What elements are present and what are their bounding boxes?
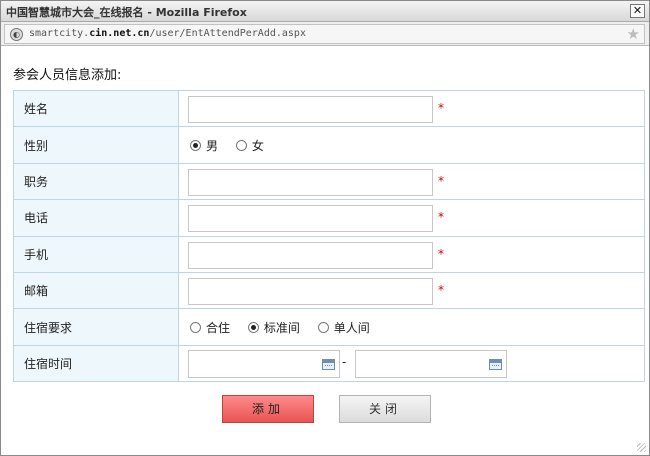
- url-domain: cin.net.cn: [89, 28, 150, 39]
- lodging-radio-group: 合住 标准间 单人间: [190, 319, 384, 336]
- required-mark: *: [438, 282, 444, 297]
- form-row-lodging: 住宿要求 合住 标准间 单人间: [13, 308, 645, 346]
- gender-label: 性别: [13, 126, 179, 164]
- lodging-end-date-input[interactable]: [355, 349, 507, 378]
- lodging-standard-label[interactable]: 标准间: [264, 319, 300, 336]
- calendar-icon[interactable]: [489, 358, 502, 370]
- lodging-single-label[interactable]: 单人间: [334, 319, 370, 336]
- form-row-position: 职务 *: [13, 162, 645, 201]
- lodging-single-radio[interactable]: [317, 322, 329, 334]
- required-mark: *: [438, 101, 444, 115]
- window-close-button[interactable]: ✕: [630, 4, 645, 18]
- lodging-label: 住宿要求: [13, 308, 179, 346]
- form-row-email: 邮箱 *: [13, 271, 645, 310]
- form-row-phone: 电话 *: [13, 199, 645, 237]
- name-input[interactable]: [188, 96, 433, 123]
- window-title: 中国智慧城市大会_在线报名 - Mozilla Firefox: [6, 6, 247, 19]
- browser-window: 中国智慧城市大会_在线报名 - Mozilla Firefox ✕ ◐ smar…: [0, 0, 650, 456]
- gender-male-label[interactable]: 男: [206, 137, 218, 154]
- name-label: 姓名: [13, 89, 179, 128]
- gender-radio-group: 男 女: [190, 137, 278, 154]
- lodging-shared-radio[interactable]: [190, 322, 201, 334]
- address-bar: ◐ smartcity.cin.net.cn/user/EntAttendPer…: [1, 22, 649, 46]
- bookmark-star-icon[interactable]: ★: [627, 25, 640, 43]
- position-label: 职务: [13, 162, 179, 201]
- lodging-standard-radio[interactable]: [247, 322, 259, 334]
- position-input[interactable]: [188, 168, 433, 196]
- email-label: 邮箱: [13, 271, 179, 310]
- required-mark: *: [438, 173, 444, 188]
- phone-input[interactable]: [188, 205, 433, 233]
- lodging-time-label: 住宿时间: [13, 344, 179, 383]
- url-path: /user/EntAttendPerAdd.aspx: [149, 28, 306, 39]
- gender-male-radio[interactable]: [190, 140, 201, 152]
- form-row-name: 姓名 *: [13, 89, 645, 128]
- mobile-input[interactable]: [188, 241, 433, 269]
- calendar-icon[interactable]: [322, 358, 335, 370]
- date-range-separator: -: [342, 354, 347, 369]
- url-prefix: smartcity.: [29, 28, 90, 39]
- form-heading: 参会人员信息添加:: [13, 68, 122, 83]
- close-button[interactable]: 关闭: [339, 395, 431, 423]
- required-mark: *: [438, 246, 444, 261]
- mobile-label: 手机: [13, 235, 179, 273]
- add-button[interactable]: 添加: [222, 395, 314, 423]
- phone-label: 电话: [13, 199, 179, 237]
- lodging-shared-label[interactable]: 合住: [206, 319, 230, 336]
- email-input[interactable]: [188, 277, 433, 305]
- site-identity-icon[interactable]: ◐: [10, 28, 23, 41]
- gender-female-label[interactable]: 女: [252, 137, 264, 154]
- form-row-lodging-time: 住宿时间 -: [13, 344, 645, 383]
- lodging-start-date-input[interactable]: [188, 349, 340, 378]
- attendee-form-table: 姓名 * 性别 男 女 职务 * 电话 * 手机 * 邮箱 * 住宿要求 合住 …: [13, 89, 645, 383]
- gender-female-radio[interactable]: [235, 140, 247, 152]
- url-field[interactable]: ◐ smartcity.cin.net.cn/user/EntAttendPer…: [4, 24, 645, 44]
- url-text: smartcity.cin.net.cn/user/EntAttendPerAd…: [29, 28, 306, 39]
- title-bar: 中国智慧城市大会_在线报名 - Mozilla Firefox ✕: [1, 1, 649, 22]
- required-mark: *: [438, 210, 444, 225]
- form-row-mobile: 手机 *: [13, 235, 645, 273]
- form-row-gender: 性别 男 女: [13, 126, 645, 164]
- resize-grip-icon[interactable]: [637, 443, 646, 452]
